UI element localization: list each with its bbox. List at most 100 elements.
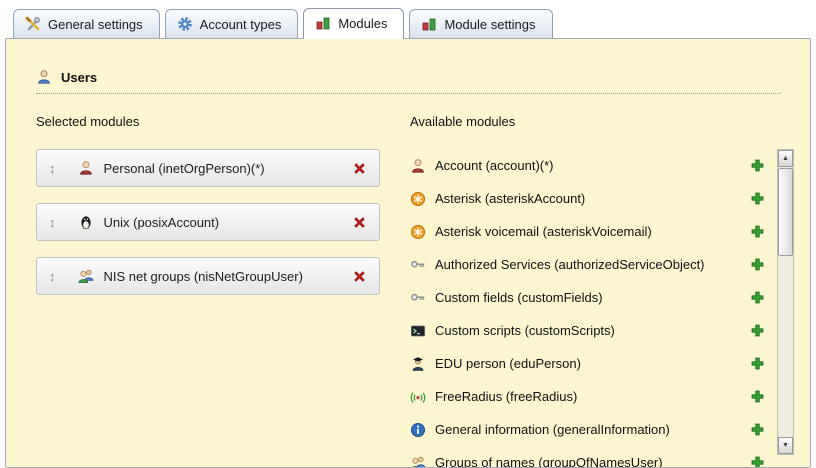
available-module-row: Asterisk voicemail (asteriskVoicemail) bbox=[410, 215, 777, 248]
add-module-button[interactable] bbox=[750, 323, 765, 338]
plus-icon bbox=[750, 323, 765, 338]
available-module-row: FreeRadius (freeRadius) bbox=[410, 380, 777, 413]
add-module-button[interactable] bbox=[750, 389, 765, 404]
available-module-label: Authorized Services (authorizedServiceOb… bbox=[435, 257, 705, 272]
scroll-down-button[interactable]: ▼ bbox=[778, 437, 793, 454]
drag-handle-icon[interactable]: ↕ bbox=[49, 216, 56, 229]
gear-icon bbox=[177, 16, 193, 32]
selected-module-label: Personal (inetOrgPerson)(*) bbox=[104, 161, 265, 176]
available-module-row: Custom fields (customFields) bbox=[410, 281, 777, 314]
tab-general-settings[interactable]: General settings bbox=[13, 9, 160, 38]
plus-icon bbox=[750, 224, 765, 239]
available-module-label: Groups of names (groupOfNamesUser) bbox=[435, 455, 663, 468]
add-module-button[interactable] bbox=[750, 224, 765, 239]
plus-icon bbox=[750, 257, 765, 272]
available-module-row: Account (account)(*) bbox=[410, 149, 777, 182]
scrollbar[interactable]: ▲ ▼ bbox=[777, 149, 794, 455]
available-modules-heading: Available modules bbox=[410, 114, 794, 129]
users-section-header: Users bbox=[36, 69, 780, 94]
drag-handle-icon[interactable]: ↕ bbox=[49, 162, 56, 175]
available-module-row: General information (generalInformation) bbox=[410, 413, 777, 446]
user-icon bbox=[36, 69, 52, 85]
selected-module-label: NIS net groups (nisNetGroupUser) bbox=[104, 269, 303, 284]
edu-person-icon bbox=[410, 356, 426, 372]
key-icon bbox=[410, 290, 426, 306]
person-icon bbox=[78, 160, 94, 176]
plus-icon bbox=[750, 191, 765, 206]
scrollbar-thumb[interactable] bbox=[778, 168, 793, 256]
available-module-label: Custom fields (customFields) bbox=[435, 290, 603, 305]
plus-icon bbox=[750, 290, 765, 305]
available-modules-list: Account (account)(*) Asterisk (asteriskA… bbox=[410, 149, 777, 468]
plus-icon bbox=[750, 455, 765, 468]
group-icon bbox=[410, 455, 426, 468]
available-module-row: Asterisk (asteriskAccount) bbox=[410, 182, 777, 215]
available-module-label: General information (generalInformation) bbox=[435, 422, 670, 437]
available-module-label: Account (account)(*) bbox=[435, 158, 554, 173]
selected-module-row[interactable]: ↕ Unix (posixAccount) bbox=[36, 203, 380, 241]
available-module-label: EDU person (eduPerson) bbox=[435, 356, 581, 371]
scroll-up-button[interactable]: ▲ bbox=[778, 150, 793, 167]
scrollbar-track[interactable] bbox=[778, 167, 793, 437]
add-module-button[interactable] bbox=[750, 455, 765, 468]
person-icon bbox=[410, 158, 426, 174]
selected-module-label: Unix (posixAccount) bbox=[104, 215, 220, 230]
info-icon bbox=[410, 422, 426, 438]
plus-icon bbox=[750, 422, 765, 437]
radio-waves-icon bbox=[410, 389, 426, 405]
add-module-button[interactable] bbox=[750, 257, 765, 272]
available-module-label: FreeRadius (freeRadius) bbox=[435, 389, 577, 404]
available-modules-list-area: Account (account)(*) Asterisk (asteriskA… bbox=[410, 149, 794, 468]
tab-label: Module settings bbox=[444, 17, 535, 32]
up-arrow-icon: ▲ bbox=[782, 155, 789, 162]
add-module-button[interactable] bbox=[750, 422, 765, 437]
drag-handle-icon[interactable]: ↕ bbox=[49, 270, 56, 283]
penguin-icon bbox=[78, 214, 94, 230]
selected-modules-heading: Selected modules bbox=[36, 114, 408, 129]
available-module-row: EDU person (eduPerson) bbox=[410, 347, 777, 380]
add-module-button[interactable] bbox=[750, 290, 765, 305]
selected-module-row[interactable]: ↕ NIS net groups (nisNetGroupUser) bbox=[36, 257, 380, 295]
delete-cross-icon bbox=[352, 269, 367, 284]
selected-module-row[interactable]: ↕ Personal (inetOrgPerson)(*) bbox=[36, 149, 380, 187]
selected-modules-column: Selected modules ↕ Personal (inetOrgPers… bbox=[36, 114, 408, 468]
modules-columns: Selected modules ↕ Personal (inetOrgPers… bbox=[36, 114, 794, 468]
available-modules-column: Available modules Account (account)(*) bbox=[410, 114, 794, 468]
asterisk-icon bbox=[410, 224, 426, 240]
delete-cross-icon bbox=[352, 161, 367, 176]
tab-module-settings[interactable]: Module settings bbox=[409, 9, 552, 38]
modules-icon bbox=[315, 15, 331, 31]
plus-icon bbox=[750, 158, 765, 173]
plus-icon bbox=[750, 356, 765, 371]
tools-icon bbox=[25, 16, 41, 32]
plus-icon bbox=[750, 389, 765, 404]
down-arrow-icon: ▼ bbox=[782, 442, 789, 449]
section-title: Users bbox=[61, 70, 97, 85]
delete-cross-icon bbox=[352, 215, 367, 230]
remove-module-button[interactable] bbox=[352, 269, 367, 284]
available-module-label: Custom scripts (customScripts) bbox=[435, 323, 615, 338]
key-icon bbox=[410, 257, 426, 273]
modules-panel: Users Selected modules ↕ Personal (inetO… bbox=[5, 38, 811, 468]
tab-bar: General settings Account types Modules M… bbox=[5, 8, 811, 38]
module-settings-icon bbox=[421, 16, 437, 32]
group-icon bbox=[78, 268, 94, 284]
remove-module-button[interactable] bbox=[352, 215, 367, 230]
tab-label: Account types bbox=[200, 17, 282, 32]
available-module-row: Groups of names (groupOfNamesUser) bbox=[410, 446, 777, 468]
tab-label: General settings bbox=[48, 17, 143, 32]
tab-account-types[interactable]: Account types bbox=[165, 9, 299, 38]
available-module-label: Asterisk voicemail (asteriskVoicemail) bbox=[435, 224, 652, 239]
tab-label: Modules bbox=[338, 16, 387, 31]
available-module-row: Custom scripts (customScripts) bbox=[410, 314, 777, 347]
available-module-label: Asterisk (asteriskAccount) bbox=[435, 191, 585, 206]
add-module-button[interactable] bbox=[750, 356, 765, 371]
asterisk-icon bbox=[410, 191, 426, 207]
add-module-button[interactable] bbox=[750, 191, 765, 206]
lam-configuration-page: General settings Account types Modules M… bbox=[0, 0, 816, 468]
tab-modules[interactable]: Modules bbox=[303, 8, 404, 39]
add-module-button[interactable] bbox=[750, 158, 765, 173]
terminal-icon bbox=[410, 323, 426, 339]
available-module-row: Authorized Services (authorizedServiceOb… bbox=[410, 248, 777, 281]
remove-module-button[interactable] bbox=[352, 161, 367, 176]
